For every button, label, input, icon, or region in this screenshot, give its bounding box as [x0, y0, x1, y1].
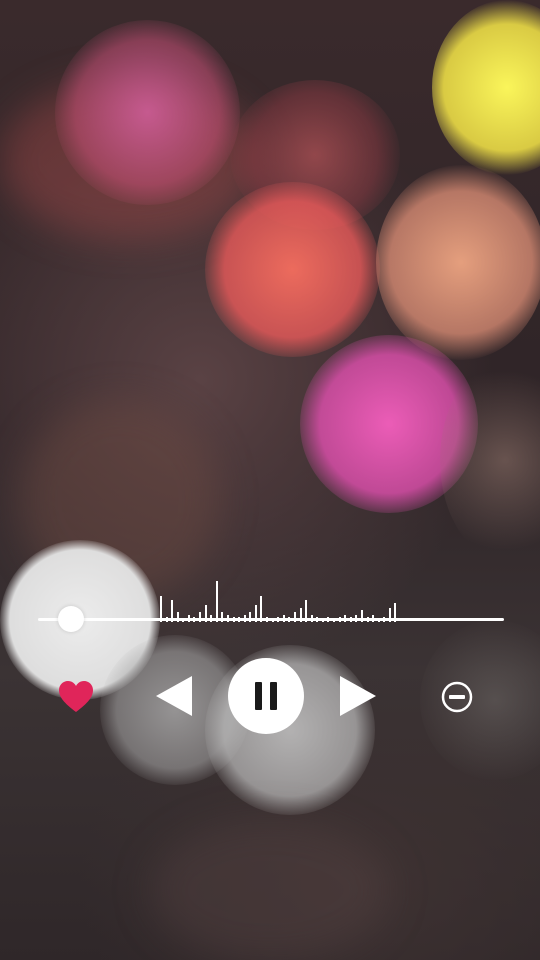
bokeh-orb: [205, 182, 380, 357]
next-icon: [340, 676, 376, 716]
bokeh-haze: [150, 820, 390, 960]
bokeh-orb: [376, 165, 540, 360]
player-screen: [0, 0, 540, 960]
previous-button[interactable]: [154, 674, 194, 718]
next-button[interactable]: [338, 674, 378, 718]
progress-knob[interactable]: [58, 606, 84, 632]
audio-visualizer: [160, 570, 400, 622]
bokeh-orb: [55, 20, 240, 205]
minus-circle-icon: [441, 681, 473, 713]
visualizer-bar: [216, 581, 218, 622]
pause-icon: [255, 682, 277, 710]
pause-button[interactable]: [228, 658, 304, 734]
previous-icon: [156, 676, 192, 716]
remove-button[interactable]: [440, 680, 474, 714]
progress-track[interactable]: [38, 618, 504, 621]
heart-icon[interactable]: [58, 680, 94, 714]
